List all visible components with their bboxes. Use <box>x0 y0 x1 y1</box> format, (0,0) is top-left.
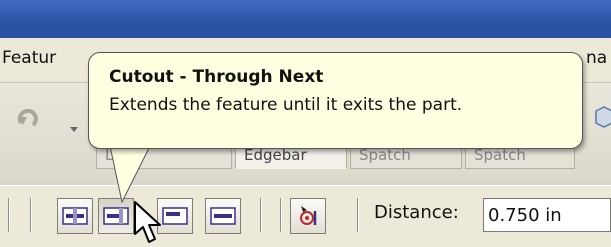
redo-icon[interactable] <box>15 105 45 131</box>
target-point-icon <box>300 206 317 225</box>
chevron-down-icon[interactable] <box>70 127 78 132</box>
finite-extent-icon <box>210 207 236 225</box>
cube-icon[interactable] <box>592 105 611 131</box>
tooltip: Cutout - Through Next Extends the featur… <box>88 52 583 149</box>
through-next-icon <box>103 207 129 225</box>
offset-point-button[interactable] <box>290 198 326 234</box>
distance-input[interactable] <box>483 198 611 232</box>
toolbar-separator <box>8 198 9 232</box>
distance-label: Distance: <box>374 202 459 223</box>
window-title-bar <box>0 0 611 38</box>
menu-item-partial[interactable]: na <box>586 48 607 68</box>
menu-item-features[interactable]: Featur <box>2 48 56 68</box>
finite-extent-button[interactable] <box>205 198 241 234</box>
tooltip-description: Extends the feature until it exits the p… <box>109 95 463 115</box>
mouse-cursor-icon <box>134 201 161 243</box>
toolbar-separator <box>260 198 261 232</box>
toolbar-separator <box>357 198 358 232</box>
tooltip-pointer <box>110 146 151 204</box>
tooltip-title: Cutout - Through Next <box>109 67 324 87</box>
through-all-button[interactable] <box>57 198 93 234</box>
extent-toolbar: Distance: <box>0 185 611 247</box>
through-all-icon <box>62 207 88 225</box>
toolbar-separator <box>30 198 31 232</box>
toolbar-separator <box>280 198 281 232</box>
